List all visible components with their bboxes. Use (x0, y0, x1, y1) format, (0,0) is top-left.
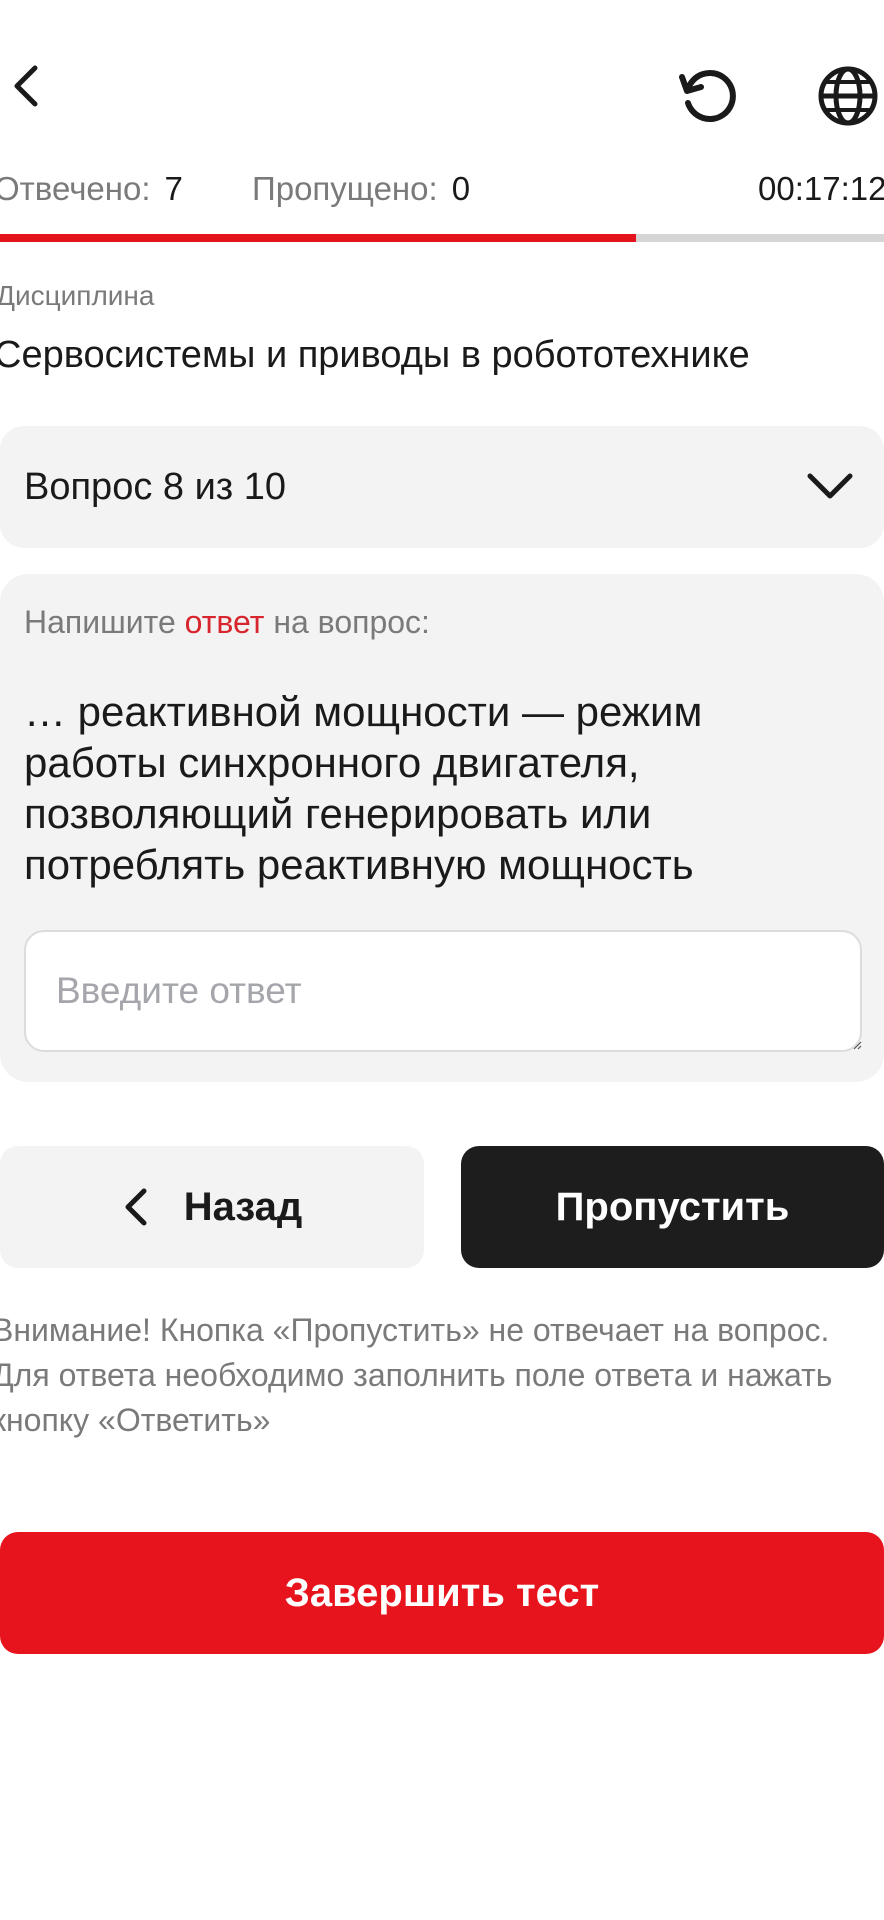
discipline-title: Сервосистемы и приводы в робототехнике (0, 334, 750, 376)
timer: 00:17:12 (758, 170, 884, 207)
resize-grip-icon (853, 1041, 862, 1050)
chevron-left-icon (125, 1188, 147, 1226)
language-button[interactable] (816, 60, 884, 132)
question-counter: Вопрос 8 из 10 (24, 465, 287, 508)
answered-count: 7 (164, 170, 183, 207)
test-screen: Отвечено: 7 Пропущено: 0 00:17:12 Дисципли… (0, 0, 884, 1920)
question-selector[interactable]: Вопрос 8 из 10 (0, 426, 884, 548)
test-stats: Отвечено: 7 Пропущено: 0 00:17:12 (0, 170, 884, 216)
finish-test-label: Завершить тест (284, 1570, 600, 1615)
progress-fill (0, 234, 637, 242)
skipped-label: Пропущено: (252, 170, 438, 207)
back-button-label: Назад (183, 1184, 303, 1229)
chevron-left-icon (14, 65, 38, 107)
skip-button[interactable]: Пропустить (461, 1146, 884, 1268)
question-card: Напишите ответ на вопрос: … реактивной м… (0, 574, 884, 1082)
prompt-highlight: ответ (184, 604, 265, 640)
finish-test-button[interactable]: Завершить тест (0, 1532, 884, 1654)
chevron-down-icon (807, 473, 853, 499)
answered-stat: Отвечено: 7 (0, 170, 183, 208)
reset-button[interactable] (672, 60, 744, 132)
rotate-ccw-icon (679, 70, 736, 122)
skip-button-label: Пропустить (555, 1184, 790, 1229)
answer-input[interactable] (24, 930, 862, 1052)
prompt-text-after: на вопрос: (264, 604, 430, 640)
answered-label: Отвечено: (0, 170, 151, 207)
prompt-text-before: Напишите (24, 604, 185, 640)
progress-bar (0, 234, 884, 242)
skipped-stat: Пропущено: 0 (252, 170, 470, 208)
skip-warning: Внимание! Кнопка «Пропустить» не отвечае… (0, 1312, 833, 1438)
skipped-count: 0 (451, 170, 471, 207)
discipline-label: Дисциплина (0, 280, 155, 311)
globe-icon (818, 66, 878, 126)
back-icon-button[interactable] (2, 58, 50, 114)
question-prompt: Напишите ответ на вопрос: (24, 604, 430, 641)
question-text: … реактивной мощности — режим работы син… (24, 688, 703, 888)
back-button[interactable]: Назад (0, 1146, 424, 1268)
